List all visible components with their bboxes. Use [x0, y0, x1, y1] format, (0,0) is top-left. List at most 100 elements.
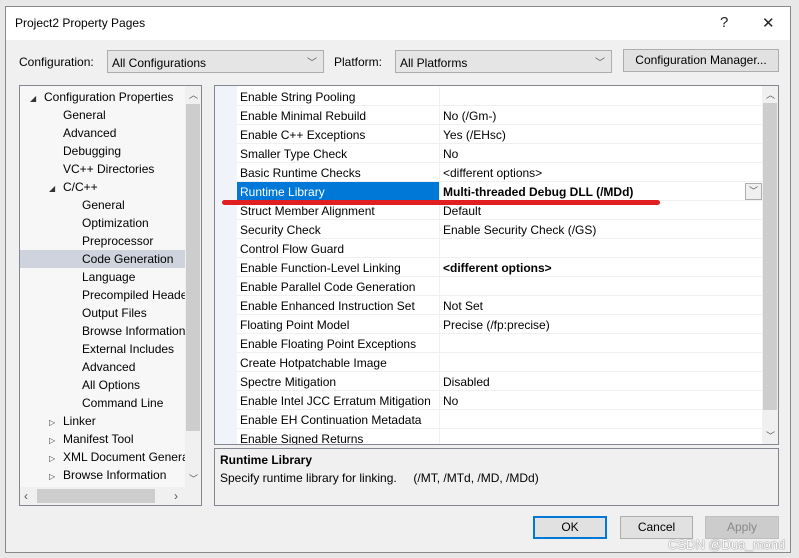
cancel-button[interactable]: Cancel: [620, 516, 693, 539]
ok-button[interactable]: OK: [533, 516, 607, 539]
tree-item-label: Command Line: [82, 396, 164, 410]
tree-item-label: Configuration Properties: [44, 90, 174, 104]
tree-item[interactable]: Code Generation: [68, 250, 173, 268]
column-divider: [439, 239, 440, 258]
tree-horizontal-scrollbar[interactable]: ‹ ›: [20, 487, 201, 505]
category-tree[interactable]: ◢ Configuration Properties General Advanced…: [19, 85, 202, 506]
property-row[interactable]: Create Hotpatchable Image: [237, 353, 763, 372]
property-row[interactable]: Enable Function-Level Linking <different …: [237, 258, 763, 277]
property-value: No: [443, 147, 459, 161]
tree-item[interactable]: Browse Information: [68, 322, 185, 340]
column-divider: [439, 334, 440, 353]
tree-item[interactable]: Advanced: [49, 124, 116, 142]
scroll-down-icon[interactable]: ﹀: [189, 472, 198, 485]
property-row[interactable]: Enable C++ Exceptions Yes (/EHsc): [237, 125, 763, 144]
property-row[interactable]: Runtime Library Multi-threaded Debug DLL …: [237, 182, 763, 201]
property-row[interactable]: Enable Enhanced Instruction Set Not Set: [237, 296, 763, 315]
help-button[interactable]: ?: [720, 14, 728, 31]
property-row[interactable]: Enable String Pooling: [237, 87, 763, 106]
expanded-icon[interactable]: ◢: [49, 180, 63, 198]
tree-vertical-scrollbar[interactable]: ︿ ﹀: [185, 86, 201, 487]
tree-item[interactable]: All Options: [68, 376, 140, 394]
tree-item[interactable]: ▷ Browse Information: [49, 466, 166, 484]
scroll-up-icon[interactable]: ︿: [766, 88, 775, 101]
tree-item[interactable]: External Includes: [68, 340, 174, 358]
property-row[interactable]: Smaller Type Check No: [237, 144, 763, 163]
property-row[interactable]: Basic Runtime Checks <different options>: [237, 163, 763, 182]
property-row[interactable]: Enable Intel JCC Erratum Mitigation No: [237, 391, 763, 410]
collapsed-icon[interactable]: ▷: [49, 468, 63, 486]
description-title: Runtime Library: [220, 453, 313, 467]
property-row[interactable]: Enable Minimal Rebuild No (/Gm-): [237, 106, 763, 125]
scroll-up-icon[interactable]: ︿: [189, 88, 198, 101]
close-button[interactable]: ✕: [762, 14, 775, 32]
configuration-manager-button[interactable]: Configuration Manager...: [623, 49, 779, 72]
tree-item[interactable]: VC++ Directories: [49, 160, 154, 178]
property-value: <different options>: [443, 166, 543, 180]
tree-item[interactable]: Output Files: [68, 304, 147, 322]
tree-item-label: Browse Information: [63, 468, 167, 482]
configuration-dropdown[interactable]: All Configurations ﹀: [107, 50, 324, 73]
property-grid[interactable]: Enable String Pooling Enable Minimal Rebu…: [214, 85, 779, 445]
tree-item-label: General: [63, 108, 106, 122]
configuration-label: Configuration:: [19, 55, 94, 69]
grid-vertical-scrollbar[interactable]: ︿ ﹀: [762, 86, 778, 444]
tree-item-label: Manifest Tool: [63, 432, 134, 446]
column-divider: [439, 163, 440, 182]
value-dropdown-chevron-icon[interactable]: ﹀: [745, 183, 762, 200]
property-name: Enable Floating Point Exceptions: [240, 337, 417, 351]
scroll-left-icon[interactable]: ‹: [24, 489, 28, 503]
column-divider: [439, 106, 440, 125]
property-pages-dialog: Project2 Property Pages ? ✕ Configuratio…: [5, 6, 791, 553]
column-divider: [439, 258, 440, 277]
column-divider: [439, 277, 440, 296]
tree-item[interactable]: ◢ C/C++: [49, 178, 98, 196]
expanded-icon[interactable]: ◢: [30, 90, 44, 108]
apply-button[interactable]: Apply: [705, 516, 779, 539]
property-row[interactable]: Enable EH Continuation Metadata: [237, 410, 763, 429]
property-value[interactable]: Multi-threaded Debug DLL (/MDd): [443, 185, 633, 199]
tree-item[interactable]: ▷ Manifest Tool: [49, 430, 133, 448]
scrollbar-thumb[interactable]: [37, 489, 155, 503]
tree-item-label: Preprocessor: [82, 234, 154, 248]
tree-item[interactable]: Preprocessor: [68, 232, 153, 250]
tree-item[interactable]: Optimization: [68, 214, 149, 232]
tree-item-label: Code Generation: [82, 252, 174, 266]
tree-item[interactable]: Language: [68, 268, 135, 286]
property-value: <different options>: [443, 261, 552, 275]
scroll-right-icon[interactable]: ›: [174, 489, 178, 503]
property-row[interactable]: Security Check Enable Security Check (/GS…: [237, 220, 763, 239]
platform-label: Platform:: [334, 55, 383, 69]
tree-item-label: Optimization: [82, 216, 149, 230]
tree-item[interactable]: ◢ Configuration Properties: [30, 88, 173, 106]
property-row[interactable]: Spectre Mitigation Disabled: [237, 372, 763, 391]
tree-item[interactable]: Advanced: [68, 358, 135, 376]
tree-item[interactable]: Debugging: [49, 142, 121, 160]
tree-item[interactable]: General: [49, 106, 106, 124]
scrollbar-thumb[interactable]: [186, 104, 200, 431]
property-name: Spectre Mitigation: [240, 375, 337, 389]
property-row[interactable]: Floating Point Model Precise (/fp:precise…: [237, 315, 763, 334]
tree-item[interactable]: Command Line: [68, 394, 163, 412]
tree-item[interactable]: ▷ Linker: [49, 412, 96, 430]
platform-dropdown[interactable]: All Platforms ﹀: [395, 50, 612, 73]
tree-item[interactable]: Precompiled Heade: [68, 286, 187, 304]
tree-item-label: All Options: [82, 378, 141, 392]
column-divider: [439, 353, 440, 372]
column-divider: [439, 410, 440, 429]
tree-item-label: General: [82, 198, 125, 212]
tree-item-label: Output Files: [82, 306, 147, 320]
tree-item[interactable]: General: [68, 196, 125, 214]
property-row[interactable]: Enable Signed Returns: [237, 429, 763, 444]
property-row[interactable]: Control Flow Guard: [237, 239, 763, 258]
property-name: Enable String Pooling: [240, 90, 356, 104]
property-value: No (/Gm-): [443, 109, 497, 123]
property-row[interactable]: Enable Floating Point Exceptions: [237, 334, 763, 353]
property-name: Create Hotpatchable Image: [240, 356, 387, 370]
property-row[interactable]: Enable Parallel Code Generation: [237, 277, 763, 296]
tree-item[interactable]: ▷ XML Document Genera: [49, 448, 189, 466]
property-name: Runtime Library: [240, 185, 325, 199]
description-text: Specify runtime library for linking. (/M…: [220, 471, 539, 485]
scrollbar-thumb[interactable]: [763, 103, 777, 410]
scroll-down-icon[interactable]: ﹀: [766, 429, 775, 442]
